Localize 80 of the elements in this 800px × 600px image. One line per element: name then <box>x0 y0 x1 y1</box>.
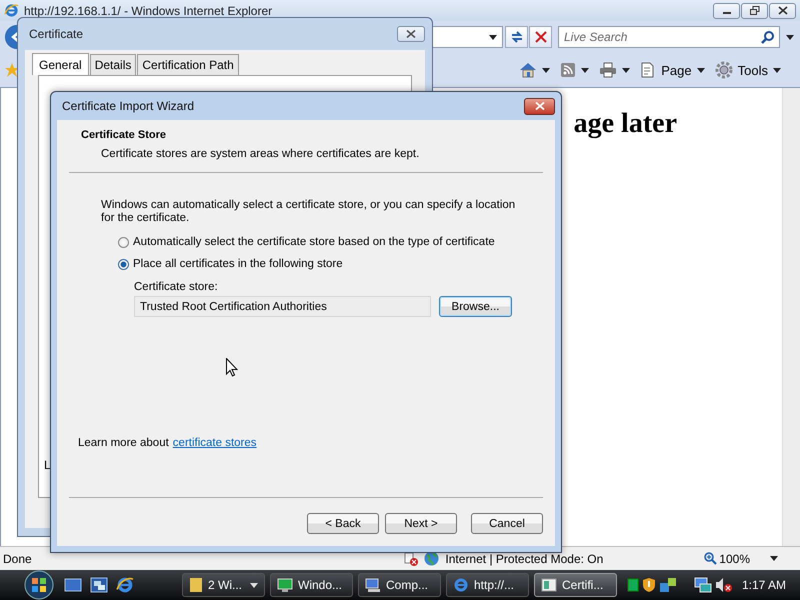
intro-text: Windows can automatically select a certificate store, or you can specify a location for the certificate. <box>101 199 516 225</box>
favorites-star-icon[interactable] <box>4 62 20 78</box>
browser-logo-icon <box>453 577 469 593</box>
taskbar-button[interactable]: 2 Wi... <box>182 573 265 597</box>
caret-icon <box>773 68 781 72</box>
refresh-button[interactable] <box>505 26 528 48</box>
computer-icon <box>365 577 381 593</box>
shield-icon[interactable] <box>642 577 656 593</box>
home-icon <box>519 62 538 78</box>
taskbar-button[interactable]: Comp... <box>358 573 441 597</box>
store-field[interactable]: Trusted Root Certification Authorities <box>134 296 431 317</box>
taskbar-button[interactable]: Windo... <box>270 573 353 597</box>
caret-icon <box>542 68 550 72</box>
monitor-icon <box>277 577 293 593</box>
close-icon <box>778 6 788 15</box>
cancel-button[interactable]: Cancel <box>471 513 543 534</box>
restore-icon <box>750 6 760 15</box>
radio-label[interactable]: Automatically select the certificate store based on the type of certificate <box>133 236 495 248</box>
dialog-title: Certificate Import Wizard <box>62 99 194 113</box>
refresh-icon <box>510 30 524 44</box>
radio-button[interactable] <box>118 236 129 248</box>
certificate-icon <box>541 578 557 592</box>
tab[interactable]: Certification Path <box>137 54 239 75</box>
network-icon[interactable] <box>694 577 712 593</box>
section-description: Certificate stores are system areas where certificates are kept. <box>100 148 420 160</box>
close-button[interactable] <box>769 2 796 18</box>
zoom-button[interactable]: 100% <box>704 552 750 566</box>
status-text: Done <box>3 552 32 566</box>
stop-icon <box>534 31 546 43</box>
show-desktop-icon[interactable] <box>64 577 82 593</box>
caret-icon <box>622 68 630 72</box>
dropdown-icon[interactable] <box>770 556 778 561</box>
next-button[interactable]: Next > <box>385 513 457 534</box>
dropdown-icon[interactable] <box>786 34 794 40</box>
feeds-icon <box>560 62 576 78</box>
gear-icon <box>714 61 733 79</box>
tray-icon[interactable] <box>626 578 639 592</box>
page-icon <box>640 62 656 78</box>
stop-button[interactable] <box>529 26 552 48</box>
close-button[interactable] <box>397 26 425 42</box>
folder-icon <box>189 577 203 593</box>
printer-icon <box>599 62 618 78</box>
browser-logo-icon[interactable] <box>116 576 134 594</box>
certificate-stores-link[interactable]: certificate stores <box>172 437 257 449</box>
learn-more-text: Learn more about <box>78 437 169 449</box>
dialog-title: Certificate <box>29 27 84 41</box>
back-button[interactable]: < Back <box>307 513 379 534</box>
taskbar-button[interactable]: Certifi... <box>534 573 617 597</box>
tab[interactable]: General <box>32 53 89 76</box>
close-button[interactable] <box>524 98 555 114</box>
caret-icon <box>581 68 590 72</box>
close-icon <box>534 102 544 110</box>
link-text: L <box>44 458 51 472</box>
radio-label[interactable]: Place all certificates in the following store <box>133 258 343 270</box>
taskbar-button[interactable]: http://... <box>446 573 529 597</box>
radio-button[interactable] <box>118 258 129 270</box>
search-field[interactable]: Live Search <box>558 26 780 48</box>
mouse-cursor-icon <box>226 358 238 377</box>
page-menu[interactable]: Page <box>637 60 708 80</box>
switch-windows-icon[interactable] <box>90 577 108 593</box>
minimize-button[interactable] <box>713 2 740 18</box>
search-icon[interactable] <box>761 30 775 44</box>
restore-button[interactable] <box>741 2 768 18</box>
volume-muted-icon[interactable] <box>714 577 733 593</box>
dropdown-icon[interactable] <box>489 34 497 40</box>
browse-button[interactable]: Browse... <box>439 296 512 317</box>
network-map-icon[interactable] <box>658 577 677 593</box>
page-heading: age later <box>574 108 677 140</box>
browser-logo-icon <box>4 3 19 18</box>
caret-icon <box>696 68 705 72</box>
scrollbar[interactable] <box>782 88 800 546</box>
window-title: http://192.168.1.1/ - Windows Internet Explorer <box>24 4 272 18</box>
zoom-icon <box>704 552 718 565</box>
clock[interactable]: 1:17 AM <box>742 578 786 592</box>
field-label: Certificate store: <box>134 281 219 293</box>
tools-menu[interactable]: Tools <box>712 59 784 81</box>
section-title: Certificate Store <box>81 129 167 141</box>
close-icon <box>406 30 416 38</box>
security-zone-text: Internet | Protected Mode: On <box>445 552 604 566</box>
tab[interactable]: Details <box>90 54 136 75</box>
